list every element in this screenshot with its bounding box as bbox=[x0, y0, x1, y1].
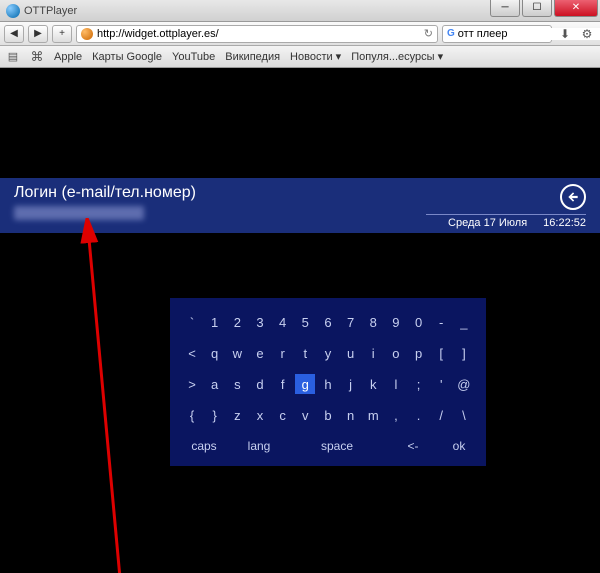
bookmarks-bar: ▤ ⌘ Apple Карты Google YouTube Википедия… bbox=[0, 46, 600, 68]
key-j[interactable]: j bbox=[341, 374, 361, 394]
key-1[interactable]: 1 bbox=[205, 312, 225, 332]
key-0[interactable]: 0 bbox=[409, 312, 429, 332]
close-button[interactable]: ✕ bbox=[554, 0, 598, 17]
key-l[interactable]: l bbox=[386, 374, 406, 394]
window-title: OTTPlayer bbox=[24, 5, 77, 17]
back-button[interactable]: ◀ bbox=[4, 25, 24, 43]
key-f[interactable]: f bbox=[273, 374, 293, 394]
download-icon[interactable]: ⬇ bbox=[556, 25, 574, 43]
bookmark-item[interactable]: Популя...есурсы ▾ bbox=[351, 50, 443, 63]
bookmarks-icon[interactable]: ⌘ bbox=[30, 50, 44, 64]
settings-icon[interactable]: ⚙ bbox=[578, 25, 596, 43]
bookmark-item[interactable]: Википедия bbox=[225, 51, 280, 63]
url-input[interactable] bbox=[97, 28, 420, 40]
key->[interactable]: > bbox=[182, 374, 202, 394]
key-space[interactable]: space bbox=[292, 436, 382, 456]
onscreen-keyboard: `1234567890-_ <qwertyuiop[] >asdfghjkl;'@ {… bbox=[170, 298, 486, 466]
reload-icon[interactable]: ↻ bbox=[424, 27, 433, 40]
key-v[interactable]: v bbox=[295, 405, 315, 425]
bookmark-item[interactable]: Новости ▾ bbox=[290, 50, 341, 63]
key-3[interactable]: 3 bbox=[250, 312, 270, 332]
key-_[interactable]: _ bbox=[454, 312, 474, 332]
key-lang[interactable]: lang bbox=[237, 436, 281, 456]
key-\[interactable]: \ bbox=[454, 405, 474, 425]
bookmark-item[interactable]: YouTube bbox=[172, 51, 215, 63]
key-{[interactable]: { bbox=[182, 405, 202, 425]
back-icon[interactable] bbox=[560, 184, 586, 210]
key-i[interactable]: i bbox=[363, 343, 383, 363]
minimize-button[interactable]: ─ bbox=[490, 0, 520, 17]
date-label: Среда 17 Июля bbox=[448, 217, 527, 229]
key-ok[interactable]: ok bbox=[444, 436, 474, 456]
key-`[interactable]: ` bbox=[182, 312, 202, 332]
key-][interactable]: ] bbox=[454, 343, 474, 363]
key-m[interactable]: m bbox=[363, 405, 383, 425]
key-r[interactable]: r bbox=[273, 343, 293, 363]
key-@[interactable]: @ bbox=[454, 374, 474, 394]
window-titlebar: OTTPlayer ─ ☐ ✕ bbox=[0, 0, 600, 22]
key-x[interactable]: x bbox=[250, 405, 270, 425]
key-7[interactable]: 7 bbox=[341, 312, 361, 332]
key-5[interactable]: 5 bbox=[295, 312, 315, 332]
key-9[interactable]: 9 bbox=[386, 312, 406, 332]
site-favicon bbox=[81, 28, 93, 40]
key-caps[interactable]: caps bbox=[182, 436, 226, 456]
login-title: Логин (e-mail/тел.номер) bbox=[14, 184, 196, 202]
key-8[interactable]: 8 bbox=[363, 312, 383, 332]
key-4[interactable]: 4 bbox=[273, 312, 293, 332]
bookmark-item[interactable]: Карты Google bbox=[92, 51, 162, 63]
add-button[interactable]: + bbox=[52, 25, 72, 43]
search-engine-icon: G bbox=[447, 28, 455, 39]
login-banner: Логин (e-mail/тел.номер) Среда 17 Июля 1… bbox=[0, 178, 600, 233]
key-n[interactable]: n bbox=[341, 405, 361, 425]
key-h[interactable]: h bbox=[318, 374, 338, 394]
annotation-arrow bbox=[60, 218, 160, 573]
browser-toolbar: ◀ ▶ + ↻ G ⬇ ⚙ bbox=[0, 22, 600, 46]
key-w[interactable]: w bbox=[227, 343, 247, 363]
app-icon bbox=[6, 4, 20, 18]
key-t[interactable]: t bbox=[295, 343, 315, 363]
key-z[interactable]: z bbox=[227, 405, 247, 425]
key-b[interactable]: b bbox=[318, 405, 338, 425]
key-backspace[interactable]: <- bbox=[393, 436, 433, 456]
key-.[interactable]: . bbox=[409, 405, 429, 425]
key-<[interactable]: < bbox=[182, 343, 202, 363]
key-g[interactable]: g bbox=[295, 374, 315, 394]
key--[interactable]: - bbox=[431, 312, 451, 332]
key-y[interactable]: y bbox=[318, 343, 338, 363]
key-}[interactable]: } bbox=[205, 405, 225, 425]
key-[[interactable]: [ bbox=[431, 343, 451, 363]
key-q[interactable]: q bbox=[205, 343, 225, 363]
sidebar-toggle-icon[interactable]: ▤ bbox=[6, 50, 20, 64]
key-6[interactable]: 6 bbox=[318, 312, 338, 332]
key-a[interactable]: a bbox=[205, 374, 225, 394]
search-bar[interactable]: G bbox=[442, 25, 552, 43]
key-;[interactable]: ; bbox=[409, 374, 429, 394]
forward-button[interactable]: ▶ bbox=[28, 25, 48, 43]
time-label: 16:22:52 bbox=[543, 217, 586, 229]
key-s[interactable]: s bbox=[227, 374, 247, 394]
key-e[interactable]: e bbox=[250, 343, 270, 363]
key-'[interactable]: ' bbox=[431, 374, 451, 394]
key-u[interactable]: u bbox=[341, 343, 361, 363]
key-p[interactable]: p bbox=[409, 343, 429, 363]
login-input[interactable] bbox=[14, 206, 144, 220]
maximize-button[interactable]: ☐ bbox=[522, 0, 552, 17]
key-o[interactable]: o bbox=[386, 343, 406, 363]
key-d[interactable]: d bbox=[250, 374, 270, 394]
address-bar[interactable]: ↻ bbox=[76, 25, 438, 43]
key-k[interactable]: k bbox=[363, 374, 383, 394]
app-content: Логин (e-mail/тел.номер) Среда 17 Июля 1… bbox=[0, 68, 600, 573]
key-/[interactable]: / bbox=[431, 405, 451, 425]
bookmark-item[interactable]: Apple bbox=[54, 51, 82, 63]
key-c[interactable]: c bbox=[273, 405, 293, 425]
key-2[interactable]: 2 bbox=[227, 312, 247, 332]
key-,[interactable]: , bbox=[386, 405, 406, 425]
